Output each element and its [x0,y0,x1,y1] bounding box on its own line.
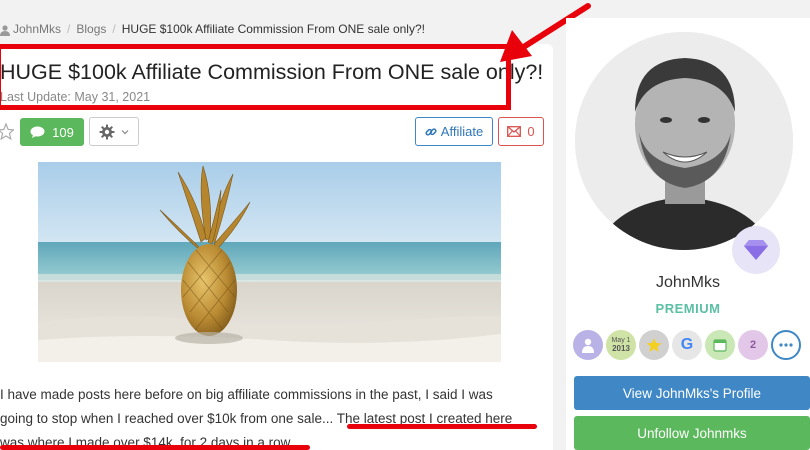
breadcrumb-separator: / [112,22,116,36]
affiliate-link-button[interactable]: Affiliate [415,117,493,146]
comment-count: 109 [52,124,74,140]
title-highlight-annotation [0,44,511,110]
profile-username[interactable]: JohnMks [566,274,810,292]
more-icon[interactable] [771,330,801,360]
google-badge-icon[interactable]: G [672,330,702,360]
rank-badge-icon[interactable]: 2 [738,330,768,360]
gear-icon [99,124,115,139]
underline-annotation [347,424,537,429]
post-body-line: I have made posts here before on big aff… [0,387,493,402]
post-body: I have made posts here before on big aff… [0,383,550,450]
premium-badge-icon [732,226,780,274]
chevron-down-icon [121,129,129,134]
message-button[interactable]: 0 [498,117,544,146]
breadcrumb: JohnMks / Blogs / HUGE $100k Affiliate C… [0,18,425,40]
calendar-badge-icon[interactable]: May 1 2013 [606,330,636,360]
page: JohnMks / Blogs / HUGE $100k Affiliate C… [0,0,810,450]
envelope-icon [507,126,522,137]
breadcrumb-user[interactable]: JohnMks [13,22,61,36]
view-profile-button[interactable]: View JohnMks's Profile [574,376,810,410]
breadcrumb-blogs[interactable]: Blogs [76,22,106,36]
message-count: 0 [527,124,535,139]
unfollow-button[interactable]: Unfollow Johnmks [574,416,810,450]
avatar-photo [575,32,793,250]
badge-label: 2 [749,339,757,351]
affiliate-label: Affiliate [440,124,484,139]
underline-annotation [0,445,310,450]
post-hero-image [38,162,501,362]
person-badge-icon[interactable] [573,330,603,360]
settings-dropdown-button[interactable] [89,117,139,146]
breadcrumb-current: HUGE $100k Affiliate Commission From ONE… [121,22,425,36]
breadcrumb-separator: / [67,22,71,36]
badge-label: 2013 [612,344,630,353]
profile-card: JohnMks PREMIUM May 1 2013 G 2 View John… [566,18,810,450]
avatar[interactable] [575,32,793,250]
user-icon [0,24,10,36]
achievement-badges: May 1 2013 G 2 [573,330,801,360]
comment-icon [30,126,45,138]
star-badge-icon[interactable] [639,330,669,360]
calendar-green-badge-icon[interactable] [705,330,735,360]
comments-button[interactable]: 109 [20,118,84,146]
star-icon[interactable] [0,120,14,142]
link-icon [425,127,437,136]
membership-label: PREMIUM [655,301,721,316]
